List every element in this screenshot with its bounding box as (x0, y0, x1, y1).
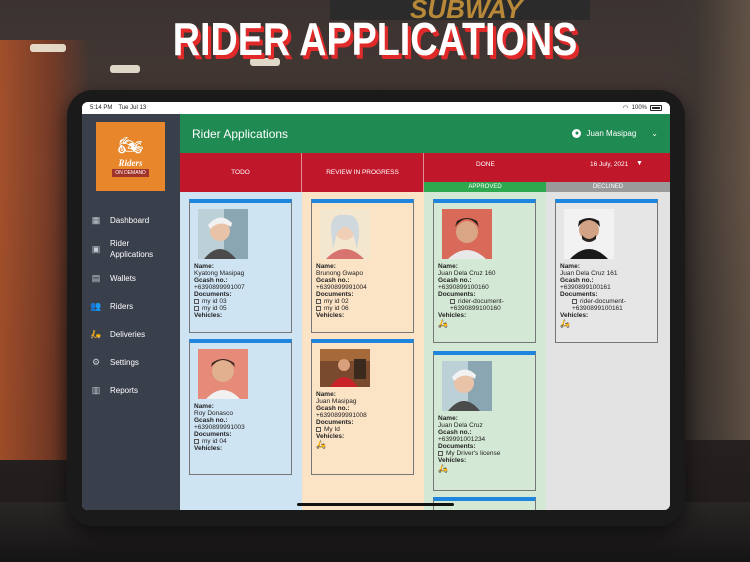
page-title: Rider Applications (192, 126, 289, 141)
column-header-review: REVIEW IN PROGRESS (302, 153, 424, 192)
rider-photo (442, 361, 492, 411)
sidebar-item-rider-applications[interactable]: ▣ Rider Applications (82, 234, 180, 264)
rider-photo (442, 209, 492, 259)
user-name: Juan Masipag (586, 129, 637, 138)
wifi-icon: ◠ (622, 105, 629, 112)
checkbox-icon[interactable] (316, 426, 321, 432)
sidebar-item-label: Rider Applications (110, 239, 154, 259)
motorcycle-icon: 🛵 (438, 319, 448, 328)
gcash-number: +6390899991004 (316, 284, 367, 291)
delivery-icon: 🛵 (90, 328, 102, 339)
people-icon: 👥 (90, 300, 102, 311)
gcash-number: +6390899100161 (560, 284, 611, 291)
column-headers: TODO REVIEW IN PROGRESS DONE 16 July, 20… (180, 153, 670, 192)
status-time: 5:14 PM (90, 105, 113, 111)
date-selector[interactable]: 16 July, 2021 (590, 161, 628, 168)
home-indicator[interactable] (297, 503, 454, 506)
battery-percent: 100% (631, 105, 647, 111)
motorcycle-icon: 🛵 (438, 464, 448, 473)
approved-subheader: APPROVED (424, 182, 546, 192)
account-icon: ● (572, 129, 582, 138)
rider-name: Kyatong Masipag (194, 270, 245, 277)
sidebar-item-deliveries[interactable]: 🛵 Deliveries (82, 320, 180, 348)
checkbox-icon[interactable] (316, 298, 321, 304)
application-card[interactable]: Name: Juan Dela Cruz 160 Gcash no.: +639… (433, 199, 536, 343)
done-label: DONE (476, 161, 495, 168)
dashboard-icon: ▦ (91, 214, 101, 225)
gcash-number: +6390899100160 (438, 284, 489, 291)
sidebar-item-settings[interactable]: ⚙ Settings (82, 348, 180, 376)
gcash-number: +6390899991003 (194, 424, 245, 431)
column-approved: Name: Juan Dela Cruz 160 Gcash no.: +639… (424, 192, 546, 510)
status-date: Tue Jul 13 (118, 105, 147, 111)
sidebar-item-label: Settings (110, 357, 139, 367)
checkbox-icon[interactable] (194, 438, 199, 444)
motorcycle-icon: 🛵 (560, 319, 570, 328)
rider-photo (320, 209, 370, 259)
sidebar-item-riders[interactable]: 👥 Riders (82, 292, 180, 320)
application-card[interactable]: Name: Kyatong Masipag Gcash no.: +639089… (189, 199, 292, 333)
sidebar-item-label: Deliveries (110, 329, 146, 339)
sidebar-item-dashboard[interactable]: ▦ Dashboard (82, 206, 180, 234)
gcash-number: +639991001234 (438, 436, 486, 443)
chevron-down-icon: ⌄ (651, 129, 658, 138)
id-card-icon: ▣ (91, 243, 101, 254)
sidebar: 🏍 Riders ON DEMAND ▦ Dashboard ▣ Rider A… (82, 114, 180, 510)
motorcycle-icon: 🛵 (316, 440, 326, 449)
rider-photo (198, 209, 248, 259)
rider-photo (320, 349, 370, 387)
column-header-todo: TODO (180, 153, 302, 192)
sidebar-item-label: Dashboard (110, 215, 150, 225)
logo-brand: Riders (118, 158, 143, 168)
application-card[interactable]: Name: Roy Donasco Gcash no.: +6390899991… (189, 339, 292, 475)
checkbox-icon[interactable] (194, 305, 199, 311)
app-screen: 5:14 PM Tue Jul 13 ◠ 100% 🏍 Riders ON DE… (82, 102, 670, 510)
user-menu[interactable]: ● Juan Masipag ⌄ (572, 129, 658, 138)
checkbox-icon[interactable] (316, 305, 321, 311)
rider-name: Juan Masipag (316, 398, 357, 405)
application-card[interactable]: Name: Brunong Gwapo Gcash no.: +63908999… (311, 199, 414, 333)
rider-photo (564, 209, 614, 259)
checkbox-icon[interactable] (572, 298, 577, 304)
application-card[interactable]: Name: Juan Dela Cruz Gcash no.: +6399910… (433, 351, 536, 491)
column-header-done: DONE 16 July, 2021 ▼ APPROVED DECLINED (424, 153, 670, 192)
rider-name: Juan Dela Cruz 161 (560, 270, 618, 277)
gear-icon: ⚙ (91, 356, 101, 367)
wallet-icon: ▤ (91, 272, 101, 283)
battery-icon (650, 105, 662, 111)
rider-photo (198, 349, 248, 399)
app-logo[interactable]: 🏍 Riders ON DEMAND (96, 122, 165, 191)
checkbox-icon[interactable] (450, 298, 455, 304)
chevron-down-icon[interactable]: ▼ (636, 160, 643, 167)
logo-tag: ON DEMAND (112, 169, 149, 177)
top-bar: Rider Applications ● Juan Masipag ⌄ (180, 114, 670, 153)
sidebar-item-label: Wallets (110, 273, 136, 283)
application-card[interactable]: Name: Juan Masipag Gcash no.: +639089999… (311, 339, 414, 475)
column-todo: Name: Kyatong Masipag Gcash no.: +639089… (180, 192, 302, 510)
rider-name: Brunong Gwapo (316, 270, 363, 277)
column-review: Name: Brunong Gwapo Gcash no.: +63908999… (302, 192, 424, 510)
sidebar-item-reports[interactable]: ▥ Reports (82, 376, 180, 404)
gcash-number: +6390899991007 (194, 284, 245, 291)
headline: RIDER APPLICATIONS (172, 13, 578, 65)
declined-subheader: DECLINED (546, 182, 670, 192)
gcash-number: +6390899991008 (316, 412, 367, 419)
rider-name: Juan Dela Cruz (438, 422, 483, 429)
rider-name: Roy Donasco (194, 410, 234, 417)
sidebar-item-label: Reports (110, 385, 139, 395)
sidebar-nav: ▦ Dashboard ▣ Rider Applications ▤ Walle… (82, 206, 180, 404)
checkbox-icon[interactable] (194, 298, 199, 304)
checkbox-icon[interactable] (438, 450, 443, 456)
column-declined: Name: Juan Dela Cruz 161 Gcash no.: +639… (546, 192, 670, 510)
status-bar: 5:14 PM Tue Jul 13 ◠ 100% (82, 102, 670, 114)
sidebar-item-wallets[interactable]: ▤ Wallets (82, 264, 180, 292)
rider-name: Juan Dela Cruz 160 (438, 270, 496, 277)
sidebar-item-label: Riders (110, 301, 134, 311)
application-card[interactable]: Name: Juan Dela Cruz 161 Gcash no.: +639… (555, 199, 658, 343)
report-icon: ▥ (91, 384, 101, 395)
motorcycle-logo-icon: 🏍 (117, 135, 144, 157)
